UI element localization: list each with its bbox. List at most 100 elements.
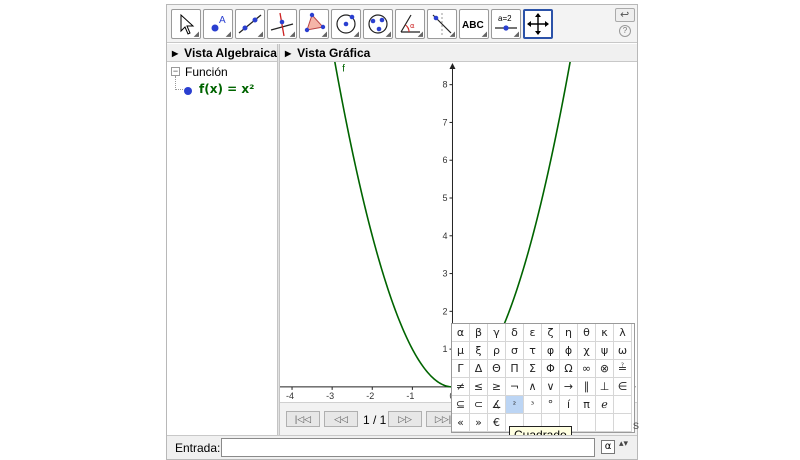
symbol-cell[interactable]: ° [542, 396, 560, 414]
text-tool-button[interactable]: ABC ◢ [459, 9, 489, 39]
symbol-cell[interactable] [614, 396, 632, 414]
symbol-cell[interactable]: ∞ [578, 360, 596, 378]
symbol-cell[interactable]: δ [506, 324, 524, 342]
symbol-cell[interactable]: ≥ [488, 378, 506, 396]
reflect-tool-button[interactable]: ◢ [427, 9, 457, 39]
symbol-cell[interactable] [596, 414, 614, 432]
symbol-cell[interactable]: ≟ [614, 360, 632, 378]
help-icon[interactable]: ? [619, 25, 631, 37]
symbol-cell[interactable]: Σ [524, 360, 542, 378]
symbol-cell[interactable]: φ [542, 342, 560, 360]
symbol-cell[interactable]: ζ [542, 324, 560, 342]
symbol-cell[interactable]: τ [524, 342, 542, 360]
symbol-table-toggle-button[interactable]: α [601, 440, 615, 454]
symbol-cell[interactable]: ⊂ [470, 396, 488, 414]
symbol-cell[interactable]: ² [506, 396, 524, 414]
symbol-cell[interactable]: ∥ [578, 378, 596, 396]
x-tick-label: -4 [286, 391, 294, 401]
symbol-cell[interactable]: € [488, 414, 506, 432]
symbol-cell[interactable]: « [452, 414, 470, 432]
symbol-cell[interactable]: Γ [452, 360, 470, 378]
symbol-cell[interactable]: π [578, 396, 596, 414]
command-input[interactable] [221, 438, 595, 457]
symbol-cell[interactable]: ≤ [470, 378, 488, 396]
line-tool-button[interactable]: ◢ [235, 9, 265, 39]
move-view-cross-arrows-icon [527, 13, 549, 35]
y-tick-label: 7 [442, 117, 447, 127]
nav-next-button[interactable]: ▷▷ [388, 411, 422, 427]
symbol-cell[interactable]: ⊗ [596, 360, 614, 378]
symbol-cell[interactable]: α [452, 324, 470, 342]
x-tick-label: -1 [406, 391, 414, 401]
symbol-cell[interactable]: ∨ [542, 378, 560, 396]
overflow-text: s [633, 418, 639, 432]
graphics-view-title: Vista Gráfica [297, 46, 371, 60]
function-definition[interactable]: f(x) = x² [199, 82, 254, 96]
symbol-table-popup: α β γ δ ε ζ η θ κ λ μ ξ ρ σ τ φ ϕ χ ψ ω Γ Δ Θ Π Σ Φ Ω ∞ ⊗ ≟ ≠ ≤ ≥ ¬ ∧ ∨ → ∥ ⊥ ∈… [451, 323, 635, 433]
symbol-cell[interactable]: ϕ [560, 342, 578, 360]
symbol-cell[interactable]: ψ [596, 342, 614, 360]
symbol-cell[interactable]: Φ [542, 360, 560, 378]
nav-prev-button[interactable]: ◁◁ [324, 411, 358, 427]
tree-connector [175, 76, 183, 90]
symbol-cell[interactable]: Δ [470, 360, 488, 378]
symbol-cell[interactable]: Ω [560, 360, 578, 378]
symbol-cell[interactable]: ⊥ [596, 378, 614, 396]
symbol-cell[interactable] [614, 414, 632, 432]
symbol-cell[interactable]: μ [452, 342, 470, 360]
symbol-cell[interactable] [578, 414, 596, 432]
undo-button[interactable]: ↩ [615, 8, 635, 22]
move-view-tool-button[interactable] [523, 9, 553, 39]
polygon-tool-button[interactable]: ◢ [299, 9, 329, 39]
visibility-toggle-dot[interactable] [184, 87, 192, 95]
symbol-cell[interactable]: ³ [524, 396, 542, 414]
circle-tool-button[interactable]: ◢ [331, 9, 361, 39]
collapse-triangle-icon[interactable]: ▶ [172, 45, 178, 63]
symbol-cell[interactable]: ω [614, 342, 632, 360]
symbol-cell[interactable]: λ [614, 324, 632, 342]
y-tick-label: 8 [442, 80, 447, 90]
symbol-cell[interactable]: ∡ [488, 396, 506, 414]
symbol-cell[interactable]: ℯ [596, 396, 614, 414]
slider-tool-button[interactable]: a=2 ◢ [491, 9, 521, 39]
symbol-cell[interactable]: ρ [488, 342, 506, 360]
symbol-cell[interactable]: κ [596, 324, 614, 342]
symbol-cell[interactable]: θ [578, 324, 596, 342]
symbol-cell[interactable]: Π [506, 360, 524, 378]
symbol-cell[interactable]: → [560, 378, 578, 396]
tree-collapse-icon[interactable]: − [171, 67, 180, 76]
algebra-view-title: Vista Algebraica [184, 46, 277, 60]
angle-tool-button[interactable]: α ◢ [395, 9, 425, 39]
svg-text:α: α [410, 22, 415, 30]
symbol-cell[interactable]: ∈ [614, 378, 632, 396]
move-tool-button[interactable]: ◢ [171, 9, 201, 39]
conic-tool-button[interactable]: ◢ [363, 9, 393, 39]
algebra-view-header[interactable]: ▶ Vista Algebraica [167, 44, 277, 62]
collapse-triangle-icon[interactable]: ▶ [285, 45, 291, 63]
symbol-cell[interactable]: ∧ [524, 378, 542, 396]
construction-step-counter: 1 / 1 [363, 413, 387, 427]
symbol-cell[interactable]: β [470, 324, 488, 342]
symbol-cell[interactable]: » [470, 414, 488, 432]
perpendicular-tool-button[interactable]: ◢ [267, 9, 297, 39]
x-tick-label: -2 [366, 391, 374, 401]
symbol-cell[interactable]: ξ [470, 342, 488, 360]
symbol-cell[interactable]: ≠ [452, 378, 470, 396]
graphics-view-header[interactable]: ▶ Vista Gráfica [280, 44, 637, 62]
symbol-cell[interactable]: σ [506, 342, 524, 360]
input-history-icon[interactable]: ▴▾ [619, 439, 628, 448]
symbol-grid: α β γ δ ε ζ η θ κ λ μ ξ ρ σ τ φ ϕ χ ψ ω Γ Δ Θ Π Σ Φ Ω ∞ ⊗ ≟ ≠ ≤ ≥ ¬ ∧ ∨ → ∥ ⊥ ∈… [452, 324, 634, 432]
symbol-cell[interactable]: ¬ [506, 378, 524, 396]
svg-text:A: A [219, 15, 226, 26]
symbol-cell[interactable]: γ [488, 324, 506, 342]
point-tool-button[interactable]: A ◢ [203, 9, 233, 39]
svg-text:a=2: a=2 [498, 14, 512, 23]
symbol-cell[interactable]: í [560, 396, 578, 414]
symbol-cell[interactable]: χ [578, 342, 596, 360]
symbol-cell[interactable]: η [560, 324, 578, 342]
symbol-cell[interactable]: ⊆ [452, 396, 470, 414]
input-bar: Entrada: α ▴▾ [167, 435, 637, 459]
symbol-cell[interactable]: ε [524, 324, 542, 342]
nav-first-button[interactable]: |◁◁ [286, 411, 320, 427]
symbol-cell[interactable]: Θ [488, 360, 506, 378]
